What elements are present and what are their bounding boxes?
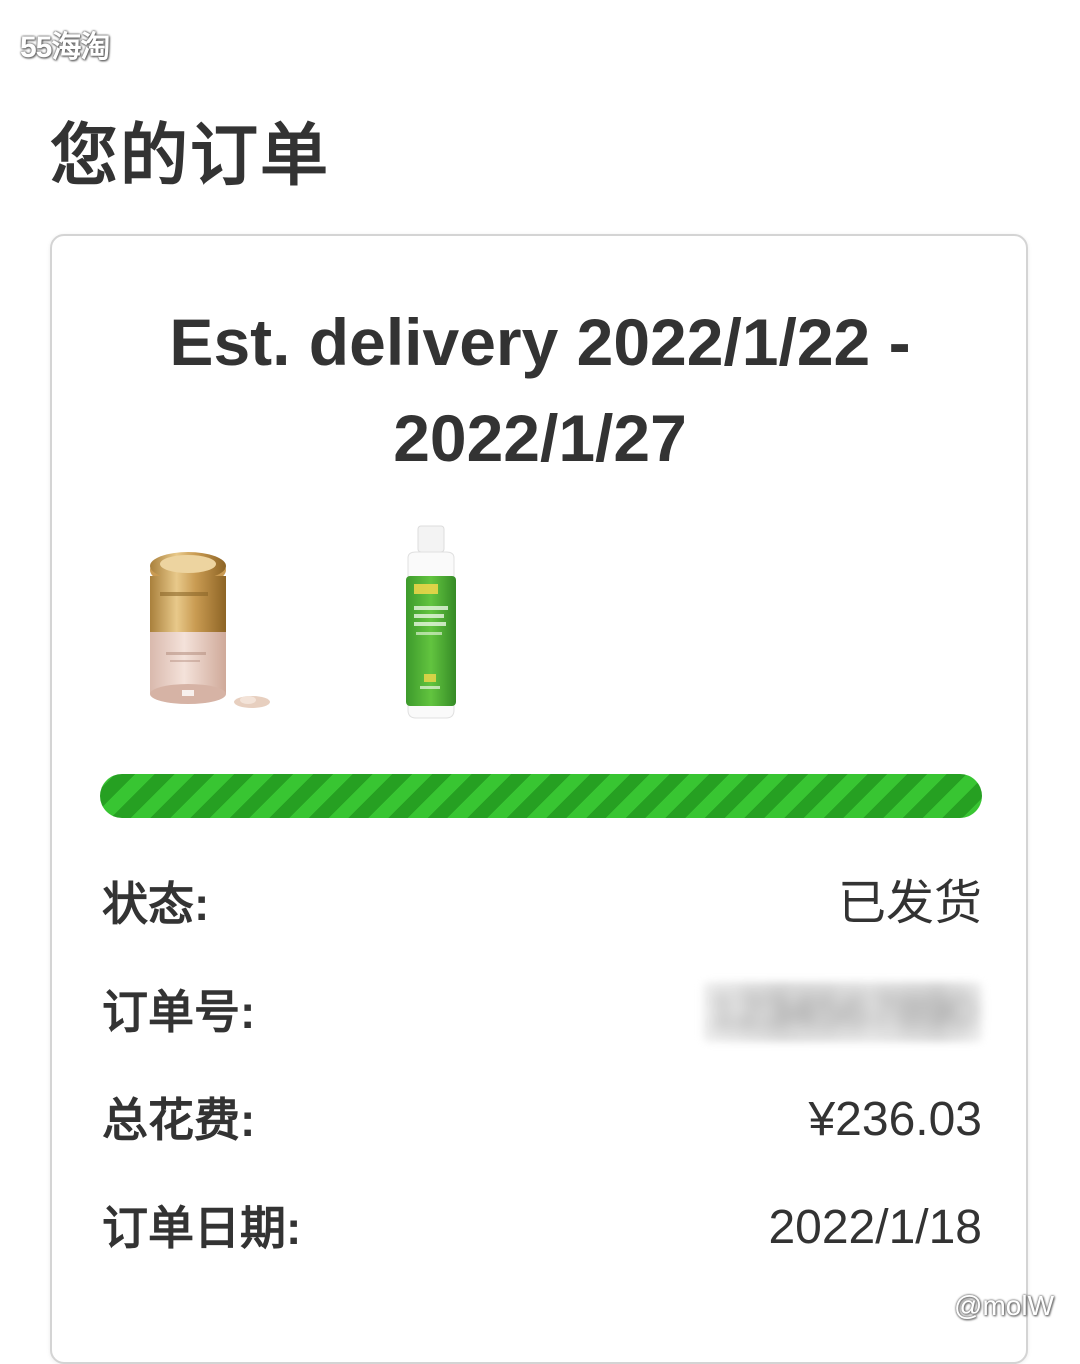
status-label: 状态: — [102, 878, 210, 930]
order-number-value[interactable]: 1234567890 — [703, 982, 982, 1042]
order-card[interactable]: Est. delivery 2022/1/22 - 2022/1/27 状态: … — [50, 234, 1028, 1364]
estimated-delivery: Est. delivery 2022/1/22 - 2022/1/27 — [52, 294, 1028, 486]
total-cost-row: 总花费: ¥236.03 — [102, 1090, 982, 1150]
user-watermark: @molW — [954, 1290, 1054, 1321]
site-watermark: 55海淘 — [20, 31, 110, 64]
lotion-bottle-image[interactable] — [396, 524, 466, 724]
progress-fill — [100, 774, 982, 818]
delivery-progress-bar — [100, 774, 982, 818]
order-number-label: 订单号: — [102, 986, 256, 1038]
order-date-value: 2022/1/18 — [768, 1201, 982, 1254]
status-row: 状态: 已发货 — [102, 874, 982, 934]
order-date-label: 订单日期: — [102, 1202, 302, 1254]
total-cost-label: 总花费: — [102, 1094, 256, 1146]
page-title: 您的订单 — [50, 118, 331, 194]
order-date-row: 订单日期: 2022/1/18 — [102, 1198, 982, 1258]
total-cost-value: ¥236.03 — [808, 1093, 982, 1146]
foundation-jar-image[interactable] — [140, 544, 280, 724]
order-number-row: 订单号: 1234567890 — [102, 982, 982, 1042]
est-delivery-line2: 2022/1/27 — [393, 401, 687, 475]
status-value: 已发货 — [837, 877, 982, 930]
est-delivery-line1: Est. delivery 2022/1/22 - — [169, 305, 911, 379]
